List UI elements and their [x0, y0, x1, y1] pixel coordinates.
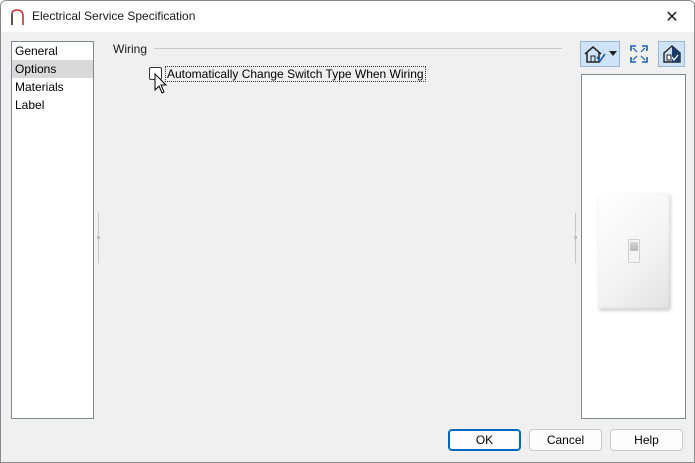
dropdown-arrow-icon [609, 51, 617, 56]
nav-item-materials[interactable]: Materials [12, 78, 93, 96]
house-view-icon [584, 46, 606, 63]
fill-window-button[interactable] [626, 41, 652, 67]
close-icon: ✕ [665, 8, 679, 26]
preview-pane[interactable] [581, 74, 686, 419]
cancel-button[interactable]: Cancel [529, 429, 602, 451]
switch-plate-preview [598, 193, 670, 309]
nav-item-options[interactable]: Options [12, 60, 93, 78]
plan-view-button[interactable] [658, 41, 685, 67]
help-button[interactable]: Help [610, 429, 683, 451]
close-button[interactable]: ✕ [650, 1, 694, 32]
auto-change-switch-label[interactable]: Automatically Change Switch Type When Wi… [165, 66, 426, 82]
right-splitter-grip [574, 236, 577, 239]
plan-view-icon [662, 45, 681, 63]
switch-toggle-lever [630, 242, 638, 251]
window-title: Electrical Service Specification [32, 9, 196, 23]
title-bar: Electrical Service Specification ✕ [1, 1, 694, 32]
nav-item-general[interactable]: General [12, 42, 93, 60]
mouse-pointer-icon [154, 73, 168, 94]
fill-window-icon [630, 45, 648, 63]
ok-button[interactable]: OK [448, 429, 521, 451]
dialog-window: Electrical Service Specification ✕ Gener… [0, 0, 695, 463]
nav-item-label[interactable]: Label [12, 96, 93, 114]
camera-view-button[interactable] [580, 41, 620, 67]
group-divider [154, 48, 562, 49]
nav-list: General Options Materials Label [11, 41, 94, 419]
app-logo-icon [11, 9, 24, 25]
wiring-group-title: Wiring [113, 42, 148, 56]
left-splitter-grip [97, 236, 100, 239]
switch-toggle [628, 239, 640, 263]
